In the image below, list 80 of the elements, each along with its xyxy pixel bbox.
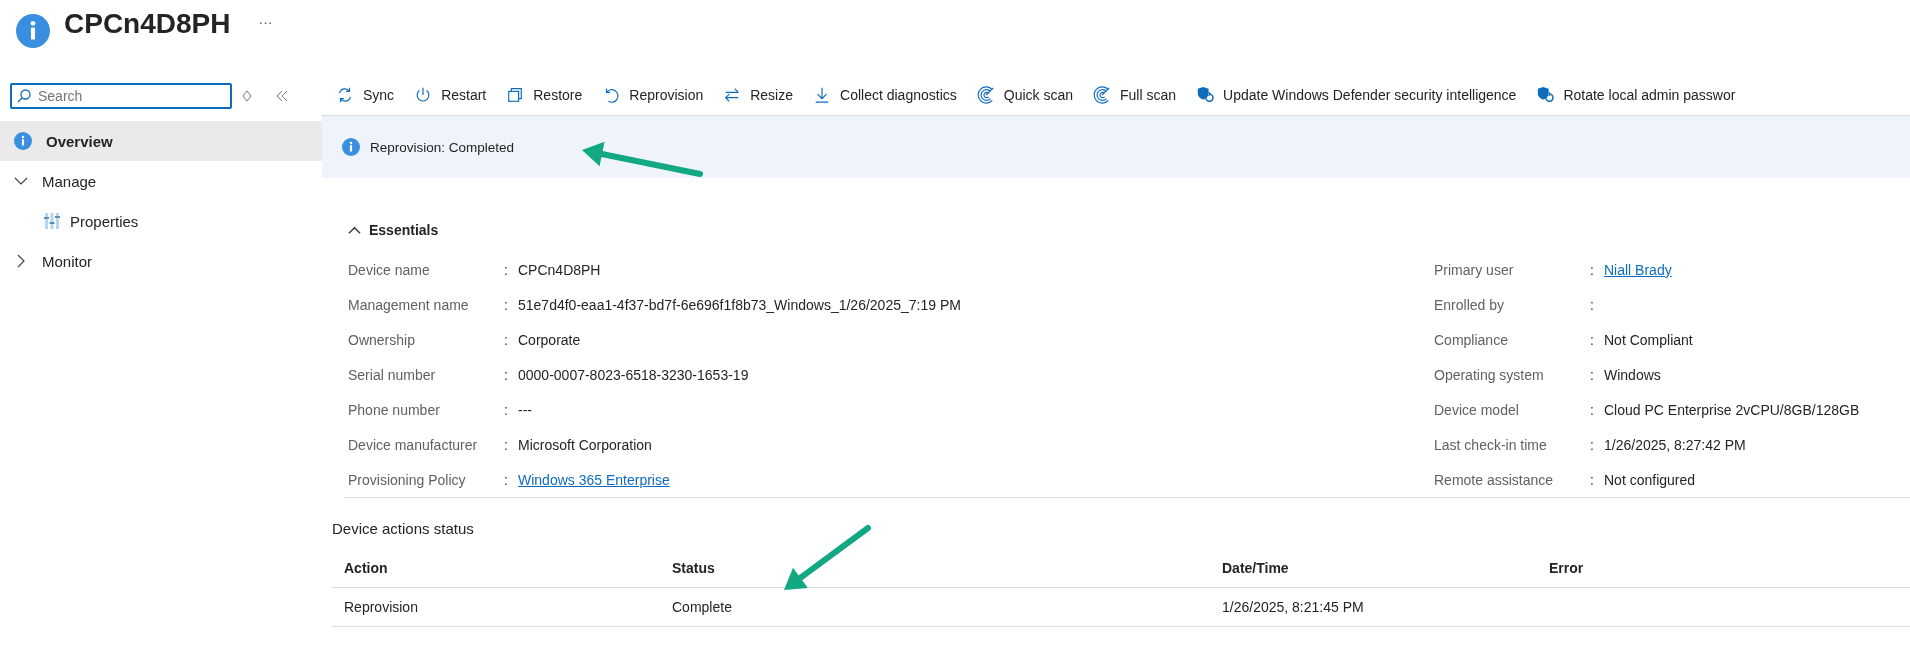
- info-icon: [342, 138, 360, 156]
- search-field[interactable]: Search: [10, 83, 232, 109]
- colon-separator: :: [1590, 471, 1595, 488]
- download-icon: [813, 86, 831, 104]
- field-label: Serial number: [348, 366, 437, 383]
- toolbar-button[interactable]: Resize: [723, 86, 793, 104]
- sort-icon[interactable]: [242, 90, 252, 102]
- colon-separator: :: [1590, 331, 1595, 348]
- field-value: 51e7d4f0-eaa1-4f37-bd7f-6e696f1f8b73_Windows_1/26/2025_7:19 PM: [518, 296, 961, 313]
- value-link[interactable]: Windows 365 Enterprise: [518, 471, 670, 488]
- sync-icon: [336, 86, 354, 104]
- field-label: Ownership: [348, 331, 416, 348]
- table-cell: 1/26/2025, 8:21:45 PM: [1210, 587, 1537, 627]
- field-value: Not configured: [1604, 471, 1696, 488]
- field-value: Windows: [1604, 366, 1661, 383]
- colon-separator: :: [504, 296, 509, 313]
- collapse-icon[interactable]: [276, 90, 288, 102]
- toolbar-button[interactable]: Restore: [506, 86, 583, 104]
- field-label: Provisioning Policy: [348, 471, 467, 488]
- colon-separator: :: [504, 436, 509, 453]
- colon-separator: :: [504, 331, 509, 348]
- field-label: Last check-in time: [1434, 436, 1548, 453]
- toolbar-button[interactable]: Full scan: [1093, 86, 1177, 104]
- colon-separator: :: [504, 261, 509, 278]
- colon-separator: :: [1590, 366, 1595, 383]
- shield-refresh-icon: [1536, 86, 1555, 104]
- colon-separator: :: [1590, 261, 1595, 278]
- field-value: 0000-0007-8023-6518-3230-1653-19: [518, 366, 749, 383]
- toolbar-button[interactable]: Rotate local admin passwor: [1536, 86, 1736, 104]
- field-value: CPCn4D8PH: [518, 261, 601, 278]
- column-header: Error: [1537, 549, 1910, 588]
- field-label: Device manufacturer: [348, 436, 479, 453]
- nav-item[interactable]: Monitor: [0, 241, 322, 281]
- field-value: Microsoft Corporation: [518, 436, 652, 453]
- shield-refresh-icon: [1196, 86, 1215, 104]
- essentials-toggle[interactable]: Essentials: [348, 222, 1910, 238]
- field-label: Device name: [348, 261, 431, 278]
- column-header: Date/Time: [1210, 549, 1537, 588]
- colon-separator: :: [504, 366, 509, 383]
- field-value: ---: [518, 401, 532, 418]
- field-label: Phone number: [348, 401, 441, 418]
- section-title: Device actions status: [332, 520, 475, 537]
- colon-separator: :: [504, 401, 509, 418]
- field-label: Enrolled by: [1434, 296, 1506, 313]
- field-value: Corporate: [518, 331, 581, 348]
- restore-icon: [506, 86, 525, 104]
- field-label: Remote assistance: [1434, 471, 1555, 488]
- field-label: Management name: [348, 296, 470, 313]
- scan-icon: [976, 86, 995, 104]
- info-icon: [14, 132, 32, 150]
- more-button[interactable]: ···: [258, 14, 273, 30]
- info-icon: [16, 14, 50, 48]
- scan-icon: [1093, 86, 1111, 104]
- field-label: Device model: [1434, 401, 1520, 418]
- toolbar-button[interactable]: Sync: [336, 86, 395, 104]
- nav-item[interactable]: Overview: [0, 121, 322, 161]
- field-label: Operating system: [1434, 366, 1545, 383]
- toolbar-button[interactable]: Quick scan: [976, 86, 1073, 104]
- colon-separator: :: [1590, 401, 1595, 418]
- toolbar-button[interactable]: Update Windows Defender security intelligence: [1196, 86, 1517, 104]
- field-label: Primary user: [1434, 261, 1515, 278]
- colon-separator: :: [504, 471, 509, 488]
- banner-text: Reprovision: Completed: [370, 139, 515, 155]
- nav-item[interactable]: Properties: [0, 201, 322, 241]
- toolbar-button[interactable]: Restart: [414, 86, 487, 104]
- colon-separator: :: [1590, 436, 1595, 453]
- toolbar-button[interactable]: Reprovision: [602, 86, 704, 104]
- nav-item[interactable]: Manage: [0, 161, 322, 201]
- table-cell: Reprovision: [332, 587, 660, 627]
- field-value: 1/26/2025, 8:27:42 PM: [1604, 436, 1746, 453]
- column-header: Action: [332, 549, 660, 588]
- value-link[interactable]: Niall Brady: [1604, 261, 1672, 278]
- page-title: CPCn4D8PH: [64, 8, 231, 40]
- field-label: Compliance: [1434, 331, 1509, 348]
- toolbar-button[interactable]: Collect diagnostics: [813, 86, 957, 104]
- field-value: Not Compliant: [1604, 331, 1693, 348]
- field-value: Cloud PC Enterprise 2vCPU/8GB/128GB: [1604, 401, 1860, 418]
- colon-separator: :: [1590, 296, 1595, 313]
- search-icon: [17, 89, 31, 103]
- sliders-icon: [44, 212, 60, 230]
